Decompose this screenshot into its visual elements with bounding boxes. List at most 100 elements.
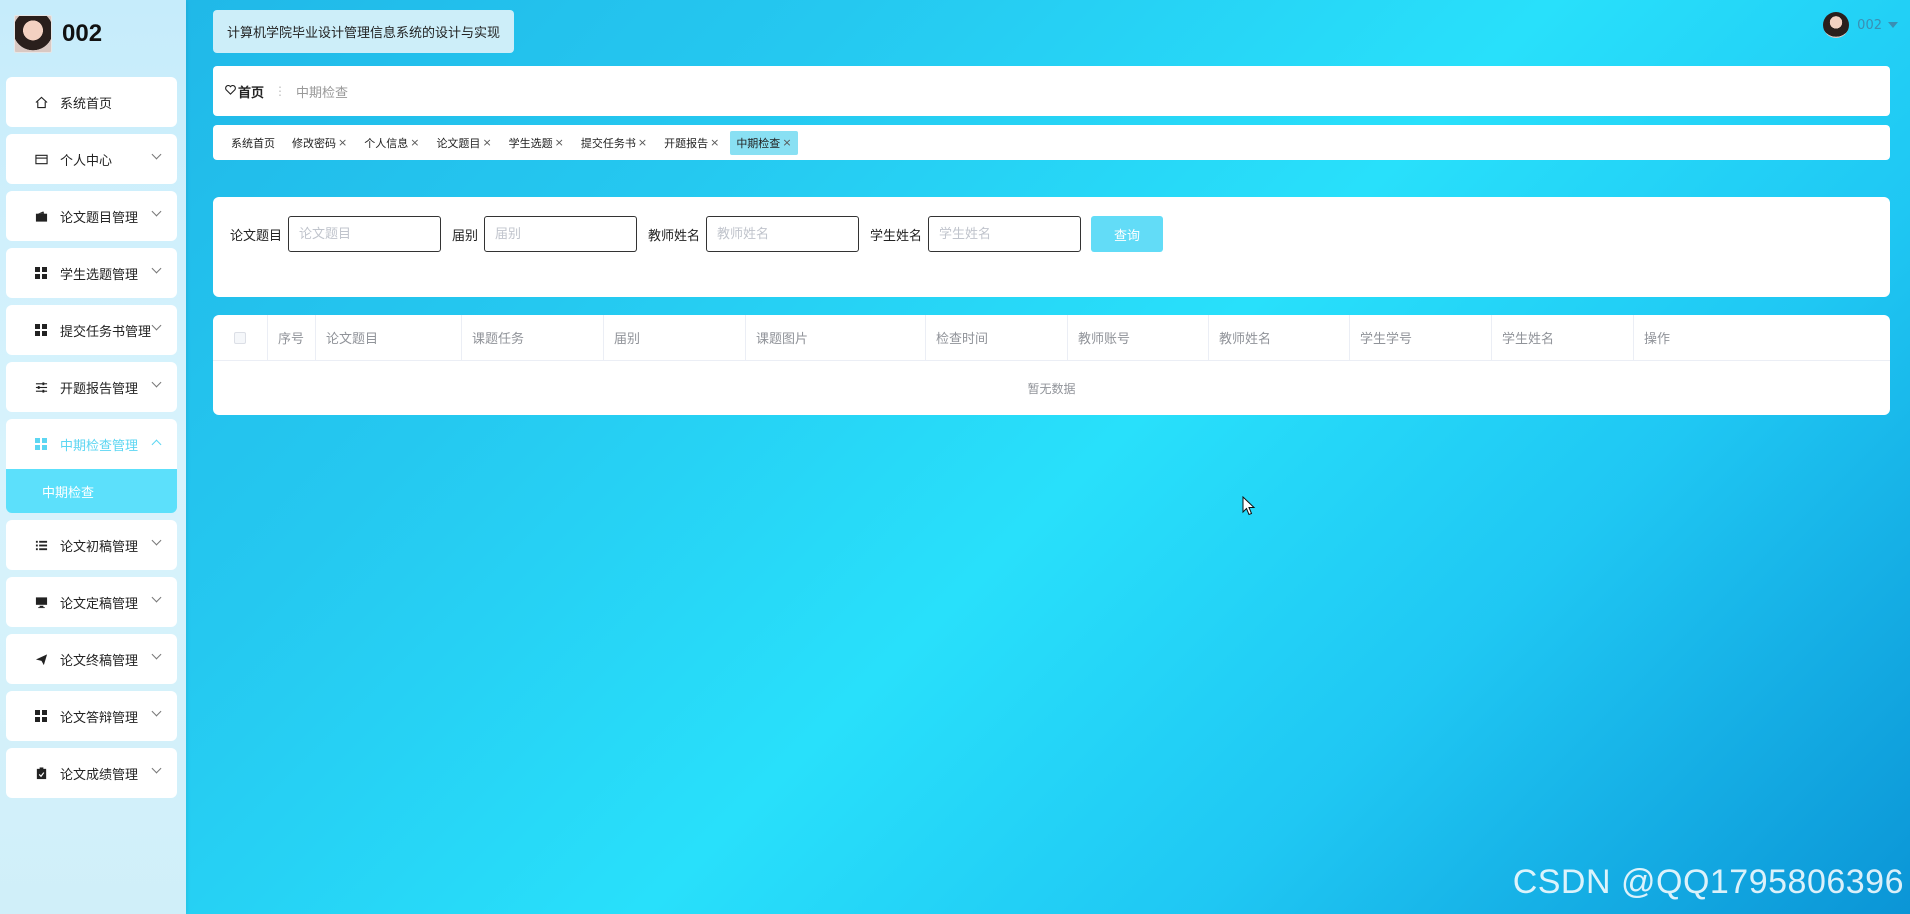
grid-icon xyxy=(34,323,48,337)
clipboard-icon xyxy=(34,766,48,780)
search-field-teacher-name: 教师姓名 xyxy=(648,216,860,252)
table-header-cell: 操作 xyxy=(1644,332,1671,347)
tab-label: 提交任务书 xyxy=(580,136,636,150)
sidebar-item-midterm-check[interactable]: 中期检查管理 xyxy=(6,419,177,469)
tab-label: 个人信息 xyxy=(364,136,409,150)
sidebar-item-label: 开题报告管理 xyxy=(60,381,139,397)
table-header: 序号 论文题目 课题任务 届别 课题图片 检查时间 教师账号 教师姓名 学生学号… xyxy=(213,315,1890,361)
search-label: 届别 xyxy=(452,228,479,244)
user-menu[interactable]: 002 xyxy=(1823,12,1898,38)
tab-label: 论文题目 xyxy=(436,136,481,150)
sidebar-item-defense[interactable]: 论文答辩管理 xyxy=(6,691,177,741)
tab-change-password[interactable]: 修改密码 × xyxy=(286,131,353,155)
table-header-cell: 届别 xyxy=(604,315,746,360)
close-icon[interactable]: × xyxy=(338,136,347,149)
sliders-icon xyxy=(34,380,48,394)
table-header-cell: 序号 xyxy=(268,315,316,360)
sidebar-menu: 系统首页 个人中心 论文题目管理 学生选题管理 提交任务书管理 开题报告管理 中… xyxy=(6,77,177,805)
breadcrumb-home[interactable]: 首页 xyxy=(238,82,264,101)
search-label: 教师姓名 xyxy=(648,228,701,244)
breadcrumb-separator-icon: ⋮ xyxy=(274,84,287,98)
sidebar-item-personal-center[interactable]: 个人中心 xyxy=(6,134,177,184)
close-icon[interactable]: × xyxy=(555,136,564,149)
sidebar-item-task-book[interactable]: 提交任务书管理 xyxy=(6,305,177,355)
tab-label: 学生选题 xyxy=(508,136,553,150)
table-empty-text: 暂无数据 xyxy=(1027,381,1076,396)
monitor-icon xyxy=(34,595,48,609)
student-name-input[interactable] xyxy=(928,216,1082,252)
teacher-name-input[interactable] xyxy=(706,216,860,252)
sidebar-item-thesis-topics[interactable]: 论文题目管理 xyxy=(6,191,177,241)
tabs-bar: 系统首页 修改密码 × 个人信息 × 论文题目 × 学生选题 × 提交任务书 × 开题报告… xyxy=(213,125,1890,160)
tab-opening-report[interactable]: 开题报告 × xyxy=(658,131,725,155)
close-icon[interactable]: × xyxy=(782,136,791,149)
search-field-student-name: 学生姓名 xyxy=(870,216,1082,252)
grid-icon xyxy=(34,437,48,451)
query-button[interactable]: 查询 xyxy=(1091,216,1163,252)
sidebar-item-home[interactable]: 系统首页 xyxy=(6,77,177,127)
sidebar: 002 系统首页 个人中心 论文题目管理 学生选题管理 提交任务书管理 开题报告… xyxy=(0,0,186,914)
session-input[interactable] xyxy=(484,216,638,252)
tab-label: 开题报告 xyxy=(664,136,709,150)
chevron-down-icon xyxy=(151,592,162,603)
sidebar-item-label: 系统首页 xyxy=(60,96,113,112)
close-icon[interactable]: × xyxy=(410,136,419,149)
search-label: 学生姓名 xyxy=(870,228,923,244)
tab-label: 中期检查 xyxy=(736,136,781,150)
submenu-item-midterm-check[interactable]: 中期检查 xyxy=(6,469,177,513)
sidebar-item-topic-selection[interactable]: 学生选题管理 xyxy=(6,248,177,298)
breadcrumb: 首页 ⋮ 中期检查 xyxy=(213,66,1890,116)
wallet-icon xyxy=(34,209,48,223)
select-all-checkbox[interactable] xyxy=(234,331,246,344)
sidebar-item-first-draft[interactable]: 论文初稿管理 xyxy=(6,520,177,570)
tab-task-book[interactable]: 提交任务书 × xyxy=(575,131,653,155)
search-field-thesis-title: 论文题目 xyxy=(230,216,442,252)
tab-midterm-check[interactable]: 中期检查 × xyxy=(730,130,798,155)
grid-icon xyxy=(34,709,48,723)
brand-name: 002 xyxy=(62,20,103,47)
chevron-down-icon xyxy=(151,377,162,388)
sidebar-item-label: 论文定稿管理 xyxy=(60,596,139,612)
table-header-cell: 课题图片 xyxy=(746,315,926,360)
chevron-down-icon xyxy=(151,149,162,160)
sidebar-item-grades[interactable]: 论文成绩管理 xyxy=(6,748,177,798)
table-header-cell: 课题任务 xyxy=(462,315,604,360)
tab-thesis-topics[interactable]: 论文题目 × xyxy=(430,131,497,155)
search-field-session: 届别 xyxy=(452,216,638,252)
heart-icon xyxy=(225,84,236,98)
tab-personal-info[interactable]: 个人信息 × xyxy=(358,131,425,155)
sidebar-item-label: 论文终稿管理 xyxy=(60,653,139,669)
thesis-title-input[interactable] xyxy=(288,216,442,252)
sidebar-item-last-draft[interactable]: 论文终稿管理 xyxy=(6,634,177,684)
send-icon xyxy=(34,652,48,666)
mouse-cursor-icon xyxy=(1242,495,1256,520)
search-label: 论文题目 xyxy=(230,228,283,244)
chevron-down-icon xyxy=(151,649,162,660)
chevron-down-icon xyxy=(151,320,162,331)
table-header-cell: 学生学号 xyxy=(1350,315,1492,360)
search-panel: 论文题目 届别 教师姓名 学生姓名 查询 xyxy=(213,197,1890,297)
tab-topic-selection[interactable]: 学生选题 × xyxy=(503,131,570,155)
sidebar-item-opening-report[interactable]: 开题报告管理 xyxy=(6,362,177,412)
card-icon xyxy=(34,152,48,166)
chevron-down-icon xyxy=(151,535,162,546)
close-icon[interactable]: × xyxy=(710,136,719,149)
table-header-cell: 教师账号 xyxy=(1068,315,1209,360)
table-header-cell: 检查时间 xyxy=(926,315,1068,360)
sidebar-item-final-draft[interactable]: 论文定稿管理 xyxy=(6,577,177,627)
chevron-down-icon xyxy=(151,263,162,274)
chevron-down-icon xyxy=(151,706,162,717)
sidebar-item-label: 提交任务书管理 xyxy=(60,324,152,340)
chevron-down-icon xyxy=(151,763,162,774)
sidebar-item-label: 论文答辩管理 xyxy=(60,710,139,726)
table-header-cell: 学生姓名 xyxy=(1492,315,1634,360)
brand: 002 xyxy=(14,15,102,53)
home-icon xyxy=(34,95,48,109)
list-icon xyxy=(34,538,48,552)
close-icon[interactable]: × xyxy=(638,136,647,149)
close-icon[interactable]: × xyxy=(482,136,491,149)
tab-home[interactable]: 系统首页 xyxy=(225,131,281,155)
sidebar-item-label: 个人中心 xyxy=(60,153,113,169)
sidebar-item-label: 中期检查管理 xyxy=(60,438,139,454)
tab-label: 系统首页 xyxy=(231,136,275,150)
